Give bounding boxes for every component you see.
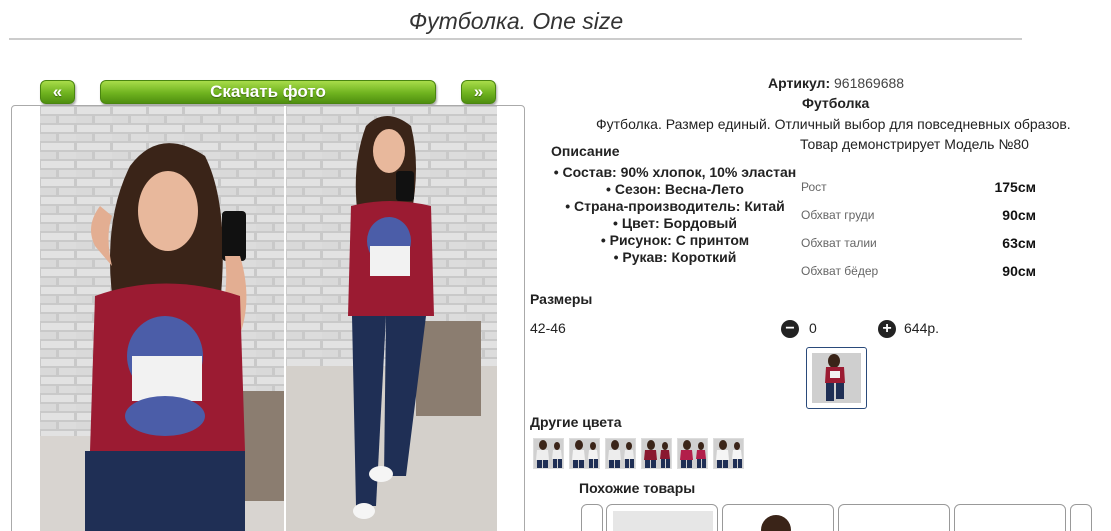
measure-hips: Обхват бёдер 90см <box>801 263 1036 279</box>
similar-card[interactable] <box>606 504 718 531</box>
quantity-value: 0 <box>809 320 817 336</box>
similar-card[interactable] <box>954 504 1066 531</box>
product-short-description: Футболка. Размер единый. Отличный выбор … <box>596 116 1071 132</box>
similar-card[interactable] <box>838 504 950 531</box>
property-item: Сезон: Весна-Лето <box>540 181 810 198</box>
measure-label: Обхват бёдер <box>801 264 879 278</box>
other-color-thumbnail[interactable] <box>713 438 744 469</box>
properties-list: Состав: 90% хлопок, 10% эластан Сезон: В… <box>540 164 810 266</box>
increase-quantity-button[interactable]: + <box>878 320 896 338</box>
measure-label: Рост <box>801 180 827 194</box>
article-label: Артикул: <box>768 75 831 91</box>
price: 644р. <box>904 320 940 336</box>
similar-card-image <box>613 511 713 531</box>
model-note: Товар демонстрирует Модель №80 <box>800 136 1029 152</box>
sizes-heading: Размеры <box>530 291 593 307</box>
measure-value: 90см <box>1002 263 1036 279</box>
product-name: Футболка <box>802 95 870 111</box>
article: Артикул: 961869688 <box>768 75 904 91</box>
measure-waist: Обхват талии 63см <box>801 235 1036 251</box>
measure-height: Рост 175см <box>801 179 1036 195</box>
other-color-thumbnail[interactable] <box>533 438 564 469</box>
selected-thumbnail[interactable] <box>806 347 867 409</box>
other-color-thumbnail[interactable] <box>641 438 672 469</box>
decrease-quantity-button[interactable]: − <box>781 320 799 338</box>
similar-heading: Похожие товары <box>579 480 696 496</box>
measure-label: Обхват груди <box>801 208 875 222</box>
property-item: Цвет: Бордовый <box>540 215 810 232</box>
other-color-thumbnail[interactable] <box>569 438 600 469</box>
article-value: 961869688 <box>834 75 905 91</box>
measure-value: 175см <box>994 179 1036 195</box>
photo-gallery <box>11 105 525 531</box>
other-color-thumbnail[interactable] <box>677 438 708 469</box>
measure-chest: Обхват груди 90см <box>801 207 1036 223</box>
property-item: Страна-производитель: Китай <box>540 198 810 215</box>
size-label: 42-46 <box>530 320 566 336</box>
product-title: Футболка. One size <box>408 8 624 34</box>
measure-label: Обхват талии <box>801 236 877 250</box>
product-photo-main[interactable] <box>40 106 284 531</box>
download-photo-button[interactable]: Скачать фото <box>100 80 436 104</box>
similar-card[interactable] <box>722 504 834 531</box>
measure-value: 90см <box>1002 207 1036 223</box>
description-heading: Описание <box>551 143 620 159</box>
title-divider <box>9 38 1022 40</box>
measure-value: 63см <box>1002 235 1036 251</box>
property-item: Рукав: Короткий <box>540 249 810 266</box>
property-item: Рисунок: С принтом <box>540 232 810 249</box>
similar-card[interactable] <box>1070 504 1092 531</box>
similar-card[interactable] <box>581 504 603 531</box>
other-colors-heading: Другие цвета <box>530 414 622 430</box>
other-color-thumbnail[interactable] <box>605 438 636 469</box>
similar-card-image <box>761 515 791 531</box>
property-item: Состав: 90% хлопок, 10% эластан <box>540 164 810 181</box>
product-photo-full[interactable] <box>286 106 497 531</box>
next-photo-button[interactable]: » <box>461 80 496 104</box>
prev-photo-button[interactable]: « <box>40 80 75 104</box>
